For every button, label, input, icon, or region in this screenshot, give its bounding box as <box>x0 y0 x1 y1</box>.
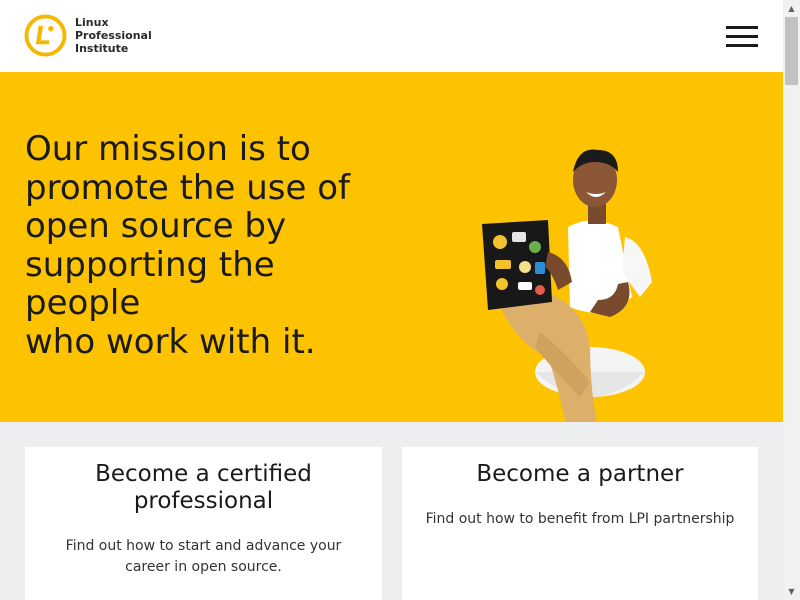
lpi-logo-icon <box>24 14 67 57</box>
site-logo[interactable]: Linux Professional Institute <box>24 14 152 57</box>
vertical-scrollbar[interactable]: ▲ ▼ <box>783 0 800 600</box>
hamburger-menu-icon[interactable] <box>726 26 758 48</box>
hero-heading-line: who work with it. <box>25 321 316 362</box>
logo-wordmark: Linux Professional Institute <box>75 16 152 55</box>
logo-line-2: Professional <box>75 29 152 42</box>
hero-heading-line: supporting the <box>25 244 275 285</box>
hero-heading-line: Our mission is to <box>25 129 311 169</box>
hero-heading-line: open source by <box>25 206 287 246</box>
person-with-laptop-photo <box>482 149 652 422</box>
card-description: Find out how to benefit from LPI partner… <box>425 511 735 527</box>
scrollbar-thumb[interactable] <box>785 17 798 85</box>
menu-bar <box>726 26 758 29</box>
logo-line-3: Institute <box>75 42 129 55</box>
hero-banner: Our mission is to promote the use of ope… <box>0 72 783 422</box>
page: Linux Professional Institute Our mission… <box>0 0 783 600</box>
scroll-up-arrow-icon[interactable]: ▲ <box>783 0 800 17</box>
site-header: Linux Professional Institute <box>0 0 783 72</box>
hero-heading: Our mission is to promote the use of ope… <box>25 130 385 361</box>
hero-heading-line: people <box>25 283 141 323</box>
scroll-down-arrow-icon[interactable]: ▼ <box>783 583 800 600</box>
menu-bar <box>726 35 758 38</box>
card-title: Become a certified professional <box>95 461 312 514</box>
certified-professional-card[interactable]: Become a certified professional Find out… <box>25 447 382 600</box>
menu-bar <box>726 44 758 47</box>
hero-heading-line: promote the use of <box>25 167 350 208</box>
card-description: Find out how to start and advance your c… <box>65 538 342 575</box>
logo-line-1: Linux <box>75 16 109 29</box>
partner-card[interactable]: Become a partner Find out how to benefit… <box>402 447 758 600</box>
card-title: Become a partner <box>476 461 684 487</box>
